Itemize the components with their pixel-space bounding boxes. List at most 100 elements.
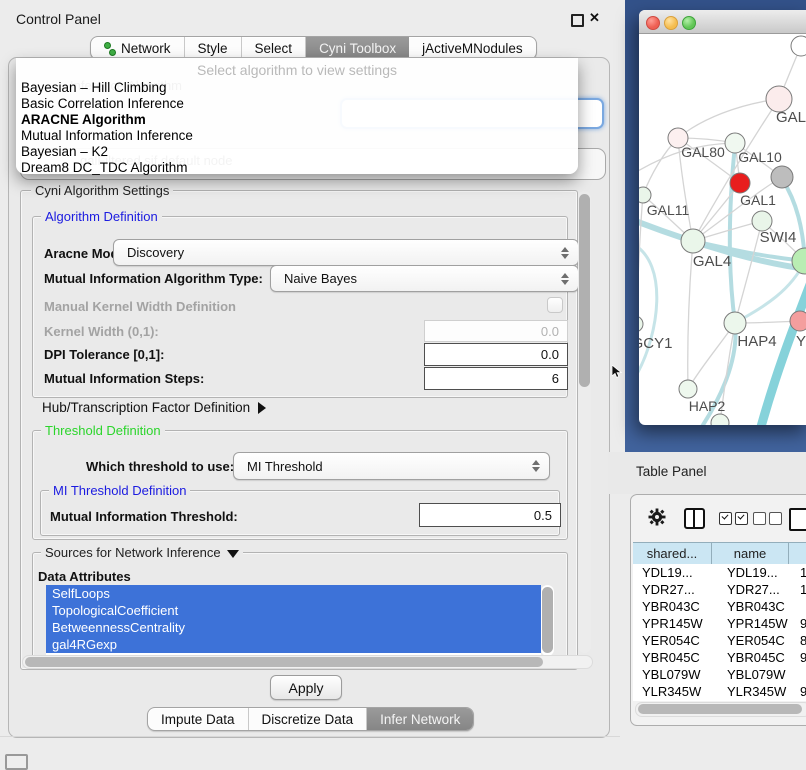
mi-algorithm-type-combobox[interactable]: Naive Bayes bbox=[270, 265, 579, 292]
aracne-mode-combobox[interactable]: Discovery bbox=[113, 239, 579, 266]
settings-vscrollbar-thumb[interactable] bbox=[579, 194, 590, 387]
dpi-tolerance-field[interactable]: 0.0 bbox=[424, 343, 568, 366]
collapsed-arrow-icon[interactable] bbox=[258, 402, 266, 414]
network-node-gal11[interactable] bbox=[639, 187, 651, 203]
table-cell[interactable]: YER054C bbox=[719, 632, 797, 649]
deselect-all-columns-icon[interactable] bbox=[753, 512, 785, 530]
table-cell[interactable]: YBR043C bbox=[633, 598, 719, 615]
algorithm-option[interactable]: Bayesian – Hill Climbing bbox=[21, 80, 571, 96]
table-cell[interactable]: 8. bbox=[797, 632, 806, 649]
table-row[interactable]: YPR145WYPR145W9. bbox=[633, 615, 806, 632]
table-cell[interactable]: YBL079W bbox=[719, 666, 797, 683]
network-node-hap4[interactable] bbox=[724, 312, 746, 334]
table-cell[interactable]: YDR27... bbox=[719, 581, 797, 598]
attribute-list-item[interactable]: BetweennessCentrality bbox=[46, 619, 541, 636]
network-window-titlebar[interactable] bbox=[639, 10, 806, 34]
apply-button[interactable]: Apply bbox=[270, 675, 342, 700]
tab-infer-network[interactable]: Infer Network bbox=[367, 708, 473, 730]
algorithm-option[interactable]: Dream8 DC_TDC Algorithm bbox=[21, 160, 571, 176]
table-cell[interactable] bbox=[797, 666, 806, 683]
column-header-partial[interactable] bbox=[789, 542, 806, 565]
attribute-list-item[interactable]: TopologicalCoefficient bbox=[46, 602, 541, 619]
mi-steps-field[interactable]: 6 bbox=[424, 367, 568, 390]
tab-jactivemnodules[interactable]: jActiveMNodules bbox=[409, 37, 536, 59]
table-cell[interactable]: YER054C bbox=[633, 632, 719, 649]
close-panel-icon[interactable]: ✕ bbox=[589, 10, 600, 26]
settings-horizontal-scrollbar[interactable] bbox=[22, 655, 593, 669]
settings-vertical-scrollbar[interactable] bbox=[578, 191, 591, 653]
algorithm-option[interactable]: Mutual Information Inference bbox=[21, 128, 571, 144]
zoom-traffic-light[interactable] bbox=[682, 16, 696, 30]
table-row[interactable]: YBR045CYBR045C9. bbox=[633, 649, 806, 666]
network-node-gcy1[interactable] bbox=[639, 316, 643, 332]
sources-group-title[interactable]: Sources for Network Inference bbox=[41, 545, 243, 560]
table-cell[interactable]: 0 bbox=[797, 700, 806, 701]
kernel-width-field[interactable]: 0.0 bbox=[424, 320, 568, 342]
network-node-salmon-node[interactable] bbox=[790, 311, 806, 331]
table-cell[interactable]: YPR145W bbox=[719, 615, 797, 632]
table-row[interactable]: YIL052CYIL052C0 bbox=[633, 700, 806, 701]
split-columns-icon[interactable] bbox=[684, 508, 705, 529]
mi-threshold-field[interactable]: 0.5 bbox=[419, 503, 561, 527]
column-header-shared-name[interactable]: shared... bbox=[633, 542, 712, 565]
table-row[interactable]: YDR27...YDR27...12 bbox=[633, 581, 806, 598]
network-node-top-partial[interactable] bbox=[791, 36, 806, 56]
table-row[interactable]: YBR043CYBR043C bbox=[633, 598, 806, 615]
network-node-gal4[interactable] bbox=[681, 229, 705, 253]
minimize-traffic-light[interactable] bbox=[664, 16, 678, 30]
algorithm-option[interactable]: ARACNE Algorithm bbox=[21, 112, 571, 128]
table-row[interactable]: YLR345WYLR345W9. bbox=[633, 683, 806, 700]
network-node-bottom-partial[interactable] bbox=[711, 414, 729, 425]
settings-hscrollbar-thumb[interactable] bbox=[25, 657, 543, 667]
network-node-hap2[interactable] bbox=[679, 380, 697, 398]
algorithm-option[interactable]: Basic Correlation Inference bbox=[21, 96, 571, 112]
table-cell[interactable] bbox=[797, 598, 806, 615]
attributes-scrollbar[interactable] bbox=[541, 585, 554, 656]
attribute-list-item[interactable]: gal4RGexp bbox=[46, 636, 541, 653]
table-row[interactable]: YBL079WYBL079W bbox=[633, 666, 806, 683]
float-window-icon[interactable] bbox=[571, 14, 584, 27]
table-cell[interactable]: YLR345W bbox=[719, 683, 797, 700]
tab-style[interactable]: Style bbox=[185, 37, 242, 59]
network-node-swi4[interactable] bbox=[752, 211, 772, 231]
table-cell[interactable]: 13 bbox=[797, 564, 806, 581]
tab-network[interactable]: Network bbox=[91, 37, 185, 59]
table-cell[interactable]: YDL19... bbox=[719, 564, 797, 581]
select-all-columns-icon[interactable] bbox=[719, 512, 751, 530]
algorithm-option[interactable]: Bayesian – K2 bbox=[21, 144, 571, 160]
table-cell[interactable]: YBR045C bbox=[719, 649, 797, 666]
network-node-gal1[interactable] bbox=[730, 173, 750, 193]
network-graph[interactable]: GALGAL80GAL10GAL1GAL11GAL4SWI4GCY1HAP4YH… bbox=[639, 34, 806, 425]
table-cell[interactable]: 12 bbox=[797, 581, 806, 598]
table-cell[interactable]: YDL19... bbox=[633, 564, 719, 581]
tab-cyni-toolbox[interactable]: Cyni Toolbox bbox=[306, 37, 409, 59]
close-traffic-light[interactable] bbox=[646, 16, 660, 30]
table-cell[interactable]: YBL079W bbox=[633, 666, 719, 683]
table-cell[interactable]: 9. bbox=[797, 649, 806, 666]
hub-definition-expander[interactable]: Hub/Transcription Factor Definition bbox=[42, 400, 266, 415]
table-hscrollbar-thumb[interactable] bbox=[638, 704, 802, 714]
document-icon[interactable] bbox=[789, 508, 806, 531]
attributes-scrollbar-thumb[interactable] bbox=[542, 587, 553, 653]
table-horizontal-scrollbar[interactable] bbox=[635, 702, 806, 717]
table-row[interactable]: YER054CYER054C8. bbox=[633, 632, 806, 649]
tab-select[interactable]: Select bbox=[242, 37, 307, 59]
tab-impute-data[interactable]: Impute Data bbox=[148, 708, 249, 730]
expanded-arrow-icon[interactable] bbox=[227, 550, 239, 558]
network-node-gray-node[interactable] bbox=[771, 166, 793, 188]
table-cell[interactable]: YIL052C bbox=[633, 700, 719, 701]
table-cell[interactable]: 9. bbox=[797, 683, 806, 700]
table-cell[interactable]: YBR045C bbox=[633, 649, 719, 666]
table-cell[interactable]: YPR145W bbox=[633, 615, 719, 632]
table-cell[interactable]: YBR043C bbox=[719, 598, 797, 615]
table-cell[interactable]: YIL052C bbox=[719, 700, 797, 701]
minimized-panel-icon[interactable] bbox=[5, 754, 28, 770]
tab-discretize-data[interactable]: Discretize Data bbox=[249, 708, 368, 730]
attribute-list-item[interactable]: SelfLoops bbox=[46, 585, 541, 602]
gear-icon[interactable] bbox=[648, 508, 666, 531]
table-cell[interactable]: YDR27... bbox=[633, 581, 719, 598]
network-canvas[interactable]: GALGAL80GAL10GAL1GAL11GAL4SWI4GCY1HAP4YH… bbox=[639, 34, 806, 425]
which-threshold-combobox[interactable]: MI Threshold bbox=[233, 452, 550, 480]
table-row[interactable]: YDL19...YDL19...13 bbox=[633, 564, 806, 581]
manual-kernel-width-checkbox[interactable] bbox=[547, 297, 563, 313]
